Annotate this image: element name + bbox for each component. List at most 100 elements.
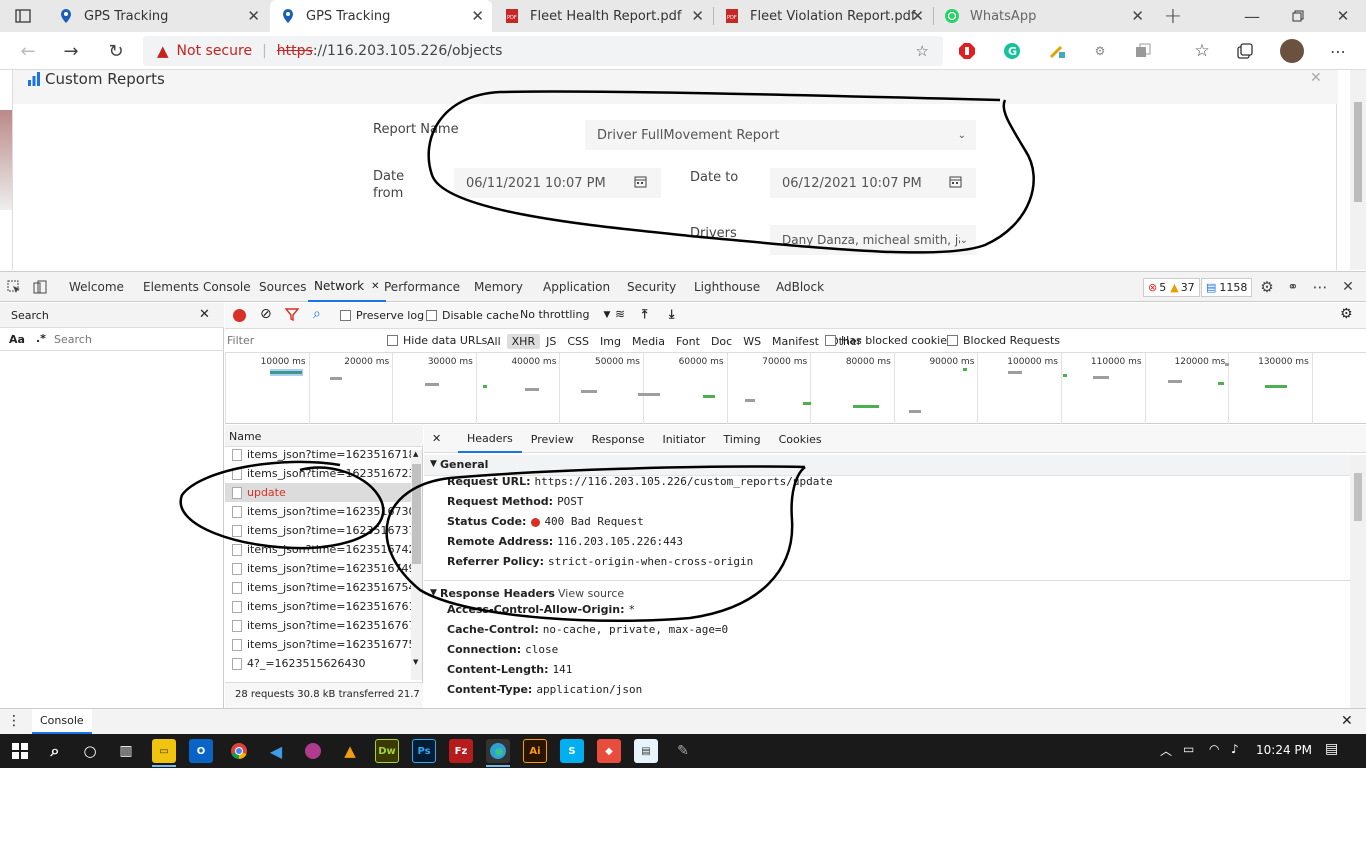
volume-icon[interactable]: ♪ [1231, 742, 1239, 756]
clear-icon[interactable]: ⊘ [260, 306, 272, 322]
filter-input[interactable] [227, 332, 377, 349]
wifi-icon[interactable]: ◠ [1209, 742, 1219, 756]
filter-type-css[interactable]: CSS [562, 334, 594, 349]
vlc-icon[interactable]: ▲ [338, 739, 362, 763]
close-devtools-icon[interactable]: ✕ [1340, 279, 1356, 295]
action-center-icon[interactable]: ▤ [1325, 741, 1338, 757]
close-tab-icon[interactable]: ✕ [691, 7, 704, 25]
close-tab-icon[interactable]: ✕ [911, 7, 924, 25]
detail-tab-headers[interactable]: Headers [458, 425, 522, 453]
request-row[interactable]: items_json?time=1623516737&_= [225, 521, 411, 540]
forward-icon[interactable]: → [61, 41, 81, 62]
skype-icon[interactable]: S [560, 739, 584, 763]
browser-tab[interactable]: GPS Tracking ✕ [48, 0, 268, 32]
detail-tab-timing[interactable]: Timing [714, 425, 769, 453]
request-row[interactable]: items_json?time=1623516742&_= [225, 540, 411, 559]
name-column-header[interactable]: Name [225, 425, 423, 447]
tray-expand-icon[interactable]: ︿ [1160, 742, 1172, 759]
request-row[interactable]: items_json?time=1623516723&_= [225, 464, 411, 483]
favorites-icon[interactable]: ☆ [1192, 41, 1212, 61]
filter-type-img[interactable]: Img [595, 334, 626, 349]
tab-lighthouse[interactable]: Lighthouse [694, 272, 760, 302]
windows-start-icon[interactable] [8, 739, 32, 763]
browser-tab[interactable]: WhatsApp ✕ [934, 0, 1152, 32]
request-row[interactable]: items_json?time=1623516775&_= [225, 635, 411, 654]
drawer-menu-icon[interactable]: ⋮ [7, 713, 21, 729]
cortana-icon[interactable]: ○ [78, 739, 102, 763]
close-details-icon[interactable]: ✕ [432, 432, 441, 445]
search-icon[interactable]: ⌕ [43, 739, 67, 763]
detail-tab-cookies[interactable]: Cookies [770, 425, 831, 453]
calendar-icon[interactable] [634, 175, 647, 192]
request-row[interactable]: items_json?time=1623516730&_= [225, 502, 411, 521]
tab-adblock[interactable]: AdBlock [776, 272, 824, 302]
request-row-update[interactable]: update [225, 483, 411, 502]
filter-type-xhr[interactable]: XHR [506, 333, 541, 349]
paint-icon[interactable]: ✎ [671, 739, 695, 763]
request-row[interactable]: items_json?time=1623516718&_= [225, 445, 411, 464]
date-to-input[interactable]: 06/12/2021 10:07 PM [770, 168, 976, 198]
calendar-icon[interactable] [949, 175, 962, 192]
tab-network[interactable]: Network ✕ [308, 272, 386, 302]
avatar[interactable] [1280, 39, 1304, 63]
drivers-select[interactable]: Dany Danza, micheal smith, ja ⌄ [770, 225, 976, 255]
reload-icon[interactable]: ↻ [106, 41, 126, 62]
report-name-select[interactable]: Driver FullMovement Report ⌄ [585, 120, 976, 150]
tab-elements[interactable]: Elements [143, 272, 199, 302]
battery-icon[interactable]: ▭ [1183, 742, 1194, 756]
extension-icon[interactable] [1133, 41, 1153, 61]
chrome-icon[interactable] [227, 739, 251, 763]
export-har-icon[interactable]: ⤓ [669, 307, 674, 322]
has-blocked-cookies-checkbox[interactable]: Has blocked cookies [825, 334, 953, 347]
minimize-icon[interactable]: — [1242, 6, 1262, 26]
filter-type-js[interactable]: JS [541, 334, 561, 349]
illustrator-icon[interactable]: Ai [523, 739, 547, 763]
task-view-icon[interactable]: ▥ [114, 739, 138, 763]
file-explorer-icon[interactable]: ▭ [152, 739, 176, 763]
connect-icon[interactable]: ⚭ [1285, 279, 1301, 295]
more-options-icon[interactable]: ⋯ [1312, 278, 1328, 296]
request-list-scrollbar[interactable]: ▲ ▼ [411, 450, 422, 680]
address-bar[interactable]: ▲ Not secure | https ://116.203.105.226/… [143, 36, 943, 66]
page-scrollbar[interactable] [1350, 70, 1366, 270]
close-tab-icon[interactable]: ✕ [247, 7, 260, 25]
browser-tab[interactable]: PDF Fleet Health Report.pdf ✕ [494, 0, 712, 32]
date-from-input[interactable]: 06/11/2021 10:07 PM [454, 168, 661, 198]
restore-icon[interactable] [1288, 6, 1308, 26]
close-tab-icon[interactable]: ✕ [471, 7, 484, 25]
drawer-tab-console[interactable]: Console [32, 709, 92, 734]
color-picker-icon[interactable] [1047, 41, 1067, 61]
hide-data-urls-checkbox[interactable]: Hide data URLs [387, 334, 487, 347]
view-source-link[interactable]: View source [558, 587, 624, 600]
tab-actions-icon[interactable] [14, 8, 32, 24]
network-conditions-icon[interactable]: ≋ [615, 307, 625, 321]
tab-application[interactable]: Application [543, 272, 610, 302]
tab-console[interactable]: Console [203, 272, 251, 302]
edge-icon[interactable] [486, 739, 510, 763]
tab-security[interactable]: Security [627, 272, 676, 302]
adblock-extension-icon[interactable] [957, 41, 977, 61]
filter-type-media[interactable]: Media [627, 334, 670, 349]
extension-icon[interactable]: ⚙ [1090, 41, 1110, 61]
notepad-icon[interactable]: ▤ [634, 739, 658, 763]
general-section-header[interactable]: ▼ General [424, 455, 1350, 476]
request-row[interactable]: items_json?time=1623516749&_= [225, 559, 411, 578]
request-row[interactable]: items_json?time=1623516767&_= [225, 616, 411, 635]
filter-type-all[interactable]: All [482, 334, 506, 349]
outlook-icon[interactable]: O [189, 739, 213, 763]
record-icon[interactable] [233, 309, 246, 322]
response-headers-section-header[interactable]: ▼ Response Headers View source [424, 581, 1350, 605]
browser-tab-active[interactable]: GPS Tracking ✕ [270, 0, 492, 32]
throttling-select[interactable]: No throttling ▼ [520, 308, 610, 321]
blocked-requests-checkbox[interactable]: Blocked Requests [947, 334, 1060, 347]
close-modal-icon[interactable]: ✕ [1310, 70, 1322, 86]
settings-icon[interactable]: ⚙ [1259, 278, 1275, 296]
app-icon[interactable] [301, 739, 325, 763]
device-toolbar-icon[interactable] [32, 279, 48, 295]
tab-sources[interactable]: Sources [259, 272, 306, 302]
close-search-icon[interactable]: ✕ [199, 307, 210, 322]
filter-type-font[interactable]: Font [671, 334, 705, 349]
network-overview-timeline[interactable]: 10000 ms 20000 ms 30000 ms 40000 ms 50000 ms… [225, 353, 1366, 424]
request-row[interactable]: 4?_=1623515626430 [225, 654, 411, 673]
detail-tab-preview[interactable]: Preview [522, 425, 583, 453]
